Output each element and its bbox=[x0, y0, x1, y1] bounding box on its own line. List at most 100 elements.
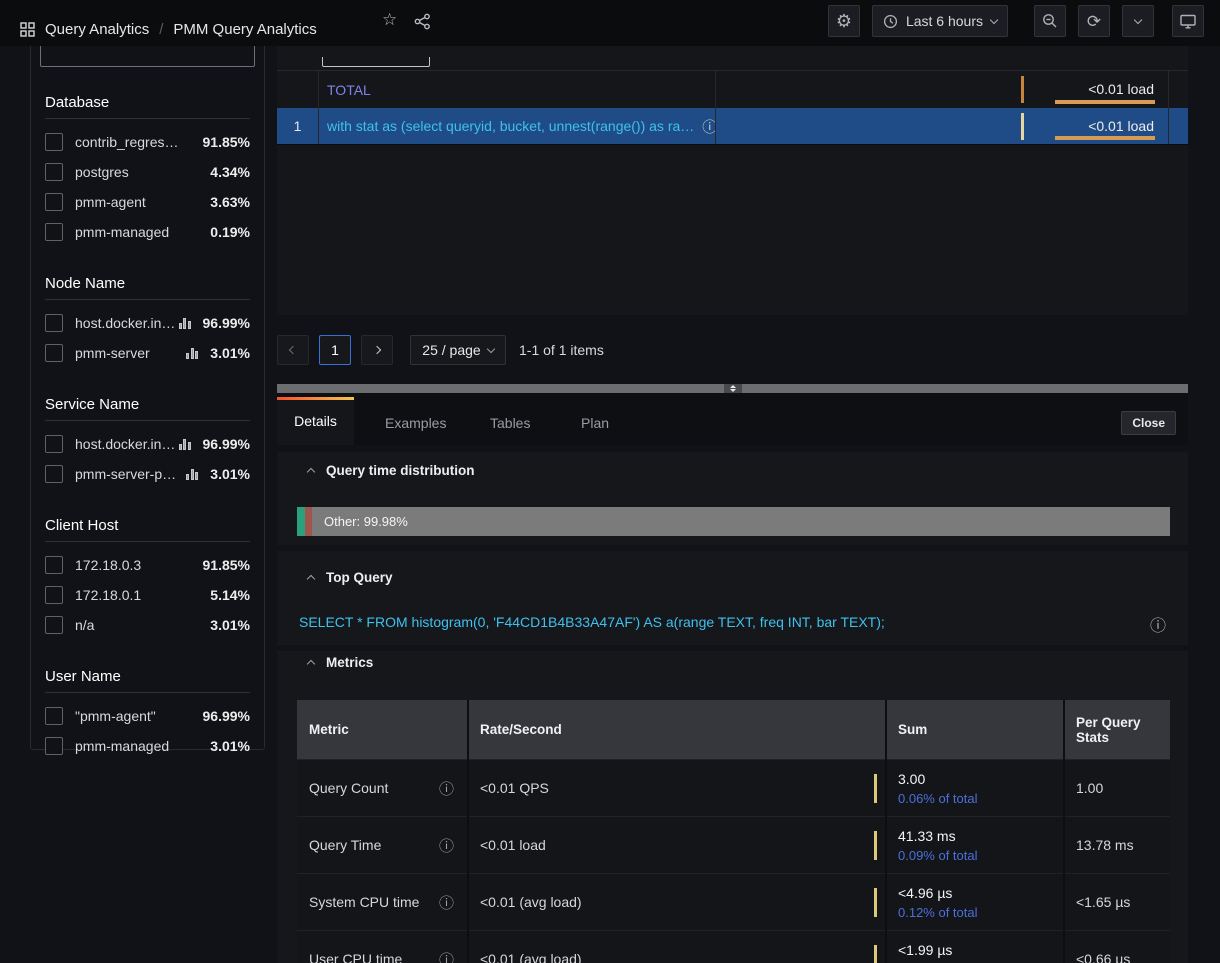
filter-item[interactable]: contrib_regres… 91.85% bbox=[45, 127, 250, 157]
filter-item[interactable]: 172.18.0.3 91.85% bbox=[45, 550, 250, 580]
breadcrumb-page[interactable]: PMM Query Analytics bbox=[173, 21, 316, 38]
filter-item-percent: 3.01% bbox=[210, 466, 250, 482]
filter-item[interactable]: "pmm-agent" 96.99% bbox=[45, 701, 250, 731]
section-header[interactable]: Query time distribution bbox=[308, 463, 475, 478]
filter-item[interactable]: postgres 4.34% bbox=[45, 157, 250, 187]
filter-search-input-partial[interactable] bbox=[40, 46, 255, 67]
section-header[interactable]: Metrics bbox=[308, 655, 373, 670]
filter-item[interactable]: pmm-agent 3.63% bbox=[45, 187, 250, 217]
sum-percent-link[interactable]: 0.06% of total bbox=[898, 791, 1052, 806]
filter-item[interactable]: pmm-managed 3.01% bbox=[45, 731, 250, 761]
tab-tables[interactable]: Tables bbox=[490, 415, 530, 431]
info-icon[interactable]: ⓘ bbox=[439, 892, 454, 913]
bar-chart-icon[interactable] bbox=[179, 317, 191, 329]
bar-chart-icon[interactable] bbox=[186, 347, 198, 359]
filter-checkbox[interactable] bbox=[45, 193, 63, 211]
row-number-cell bbox=[277, 71, 318, 108]
filter-item[interactable]: pmm-server-p… 3.01% bbox=[45, 459, 250, 489]
filter-item-label: pmm-server-p… bbox=[75, 466, 184, 482]
info-icon[interactable]: ⓘ bbox=[439, 949, 454, 963]
filter-item[interactable]: host.docker.in… 96.99% bbox=[45, 429, 250, 459]
breadcrumb-section[interactable]: Query Analytics bbox=[45, 21, 149, 38]
refresh-icon: ⟳ bbox=[1087, 13, 1101, 30]
filter-item[interactable]: pmm-server 3.01% bbox=[45, 338, 250, 368]
apps-grid-icon[interactable] bbox=[20, 22, 35, 37]
load-sparkline-tick bbox=[1021, 76, 1024, 103]
dashboard-settings-button[interactable]: ⚙ bbox=[828, 5, 860, 37]
share-icon[interactable] bbox=[414, 13, 431, 30]
filter-checkbox[interactable] bbox=[45, 435, 63, 453]
load-bar bbox=[1055, 100, 1155, 104]
sum-percent-link[interactable]: 0.12% of total bbox=[898, 905, 1052, 920]
metric-row: Query Time ⓘ <0.01 load 41.33 ms 0.09% o… bbox=[297, 816, 1170, 873]
filter-item[interactable]: host.docker.in… 96.99% bbox=[45, 308, 250, 338]
column-sort-control-partial[interactable] bbox=[322, 57, 430, 67]
query-row-selected[interactable]: 1 with stat as (select queryid, bucket, … bbox=[277, 108, 1188, 145]
filter-item-list: contrib_regres… 91.85% postgres 4.34% pm… bbox=[45, 127, 250, 247]
tab-examples[interactable]: Examples bbox=[385, 415, 446, 431]
filter-checkbox[interactable] bbox=[45, 586, 63, 604]
total-row[interactable]: TOTAL <0.01 load bbox=[277, 71, 1188, 108]
row-number: 1 bbox=[294, 118, 302, 134]
prev-page-button[interactable] bbox=[277, 335, 309, 365]
section-header[interactable]: Top Query bbox=[308, 570, 393, 585]
col-rate: Rate/Second bbox=[468, 700, 886, 759]
refresh-button[interactable]: ⟳ bbox=[1078, 5, 1110, 37]
query-link[interactable]: with stat as (select queryid, bucket, un… bbox=[327, 118, 694, 134]
filter-item[interactable]: pmm-managed 0.19% bbox=[45, 217, 250, 247]
filter-item[interactable]: n/a 3.01% bbox=[45, 610, 250, 640]
page-size-value: 25 / page bbox=[422, 342, 480, 358]
filter-item-label: pmm-managed bbox=[75, 224, 202, 240]
page-1-button[interactable]: 1 bbox=[319, 335, 351, 365]
zoom-out-button[interactable] bbox=[1034, 5, 1066, 37]
filter-item-percent: 0.19% bbox=[210, 224, 250, 240]
bar-chart-icon[interactable] bbox=[179, 438, 191, 450]
total-link[interactable]: TOTAL bbox=[327, 82, 371, 98]
filter-item-percent: 96.99% bbox=[203, 315, 250, 331]
close-button[interactable]: Close bbox=[1121, 411, 1176, 435]
metrics-section: Metrics Metric Rate/Second Sum Per Query… bbox=[277, 651, 1188, 963]
row-end-cell bbox=[1168, 108, 1188, 144]
filter-checkbox[interactable] bbox=[45, 344, 63, 362]
info-icon[interactable]: ⓘ bbox=[439, 778, 454, 799]
filter-checkbox[interactable] bbox=[45, 616, 63, 634]
filter-checkbox[interactable] bbox=[45, 556, 63, 574]
info-icon[interactable]: ⓘ bbox=[702, 116, 715, 137]
query-load-cell: <0.01 load bbox=[715, 108, 1168, 144]
filter-section: User Name "pmm-agent" 96.99% pmm-managed… bbox=[45, 668, 250, 761]
clock-icon bbox=[883, 14, 898, 29]
header-toolbar: ⚙ Last 6 hours ⟳ bbox=[828, 5, 1204, 37]
page-size-select[interactable]: 25 / page bbox=[410, 335, 506, 365]
star-icon[interactable]: ☆ bbox=[382, 12, 397, 28]
filter-section: Database contrib_regres… 91.85% postgres… bbox=[45, 94, 250, 247]
tab-plan[interactable]: Plan bbox=[581, 415, 609, 431]
metric-sum-cell: 41.33 ms 0.09% of total bbox=[886, 817, 1064, 873]
filter-checkbox[interactable] bbox=[45, 314, 63, 332]
filter-item[interactable]: 172.18.0.1 5.14% bbox=[45, 580, 250, 610]
filter-checkbox[interactable] bbox=[45, 465, 63, 483]
filter-checkbox[interactable] bbox=[45, 163, 63, 181]
sum-percent-link[interactable]: 0.09% of total bbox=[898, 848, 1052, 863]
splitter-down-arrow-icon bbox=[730, 389, 736, 392]
filter-checkbox[interactable] bbox=[45, 133, 63, 151]
bar-chart-icon[interactable] bbox=[186, 468, 198, 480]
splitter-up-arrow-icon bbox=[730, 385, 736, 388]
filter-checkbox[interactable] bbox=[45, 737, 63, 755]
sum-value: 41.33 ms bbox=[898, 828, 1052, 844]
tab-details[interactable]: Details bbox=[277, 397, 354, 445]
filter-checkbox[interactable] bbox=[45, 707, 63, 725]
info-icon[interactable]: ⓘ bbox=[1150, 612, 1166, 636]
metric-sum-cell: <1.99 µs 0.11% of total bbox=[886, 931, 1064, 963]
breadcrumb-separator: / bbox=[159, 21, 163, 38]
kiosk-mode-button[interactable] bbox=[1172, 5, 1204, 37]
query-results-table: TOTAL <0.01 load 1 with stat as (select … bbox=[277, 70, 1188, 145]
filter-checkbox[interactable] bbox=[45, 223, 63, 241]
refresh-interval-dropdown[interactable] bbox=[1122, 5, 1154, 37]
pane-splitter[interactable] bbox=[724, 384, 742, 393]
pagination: 1 25 / page 1-1 of 1 items bbox=[277, 334, 1188, 366]
info-icon[interactable]: ⓘ bbox=[439, 835, 454, 856]
time-range-picker[interactable]: Last 6 hours bbox=[872, 5, 1008, 37]
column-divider bbox=[885, 700, 887, 963]
next-page-button[interactable] bbox=[361, 335, 393, 365]
horizontal-scrollbar[interactable] bbox=[277, 384, 1188, 393]
